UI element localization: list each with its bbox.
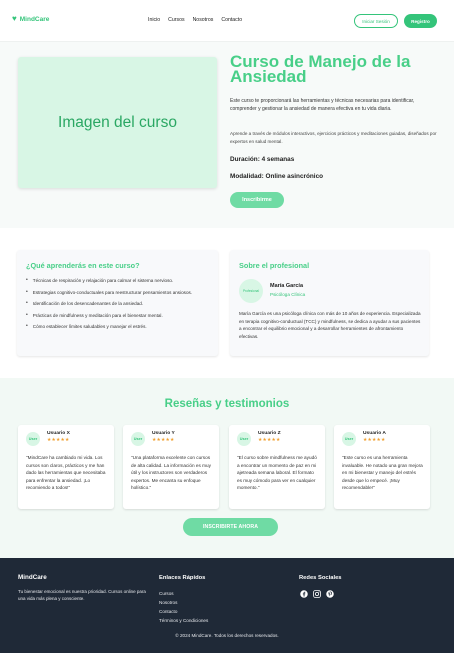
footer-copyright: © 2024 MindCare. Todos los derechos rese… — [175, 633, 279, 638]
star-rating-icon: ★★★★★ — [152, 438, 175, 443]
brand-name: MindCare — [19, 15, 50, 23]
list-item: • Identificación de los desencadenantes d… — [26, 300, 212, 307]
review-user: Usuario Y — [152, 431, 175, 436]
review-user: Usuario A — [363, 431, 386, 436]
footer-links: Cursos Nosotros Contacto Términos y Cond… — [159, 589, 208, 625]
list-item: • Cómo establecer límites saludables y ma… — [26, 323, 212, 330]
course-duration: Duración: 4 semanas — [230, 156, 295, 163]
list-item-text: Identificación de los desencadenantes de… — [32, 301, 144, 306]
testimonials-title: Reseñas y testimonios — [164, 398, 290, 410]
course-details: ¿Qué aprenderás en este curso? • Técnicas… — [0, 240, 454, 370]
review-card: User Usuario X ★★★★★ "MindCare ha cambia… — [18, 425, 114, 509]
review-user: Usuario Z — [258, 431, 281, 436]
footer-link-terminos[interactable]: Términos y Condiciones — [159, 616, 208, 625]
login-button[interactable]: Iniciar Sesión — [354, 14, 398, 28]
review-text: "Este curso es una herramienta invaluabl… — [342, 455, 423, 491]
nav-item-contacto[interactable]: Contacto — [221, 17, 242, 23]
bullet-icon: • — [26, 311, 28, 318]
avatar: User — [131, 432, 145, 446]
bullet-icon: • — [26, 323, 28, 329]
review-text: "El curso sobre mindfulness me ayudó a e… — [237, 455, 317, 491]
course-title: Curso de Manejo de la Ansiedad — [230, 52, 411, 86]
nav-item-inicio[interactable]: Inicio — [148, 17, 160, 23]
professional-bio: María García es una psicóloga clínica co… — [239, 311, 421, 340]
course-image-placeholder: Imagen del curso — [18, 57, 217, 188]
site-footer: MindCare Tu bienestar emocional es nuest… — [0, 558, 454, 653]
instagram-icon[interactable] — [312, 589, 321, 598]
footer-links-title: Enlaces Rápidos — [159, 575, 206, 581]
footer-link-contacto[interactable]: Contacto — [159, 607, 208, 616]
list-item: • Prácticas de mindfulness y meditación p… — [26, 312, 212, 319]
bullet-icon: • — [26, 288, 28, 295]
enroll-now-button[interactable]: INSCRIBIRTE AHORA — [183, 518, 278, 536]
professional-card: Sobre el profesional Profesional María G… — [230, 250, 429, 356]
professional-role: Psicóloga Clínica — [270, 292, 306, 297]
footer-link-nosotros[interactable]: Nosotros — [159, 598, 208, 607]
pinterest-icon[interactable] — [325, 589, 334, 598]
review-card: User Usuario Z ★★★★★ "El curso sobre min… — [229, 425, 325, 509]
star-rating-icon: ★★★★★ — [363, 438, 386, 443]
avatar: User — [237, 432, 251, 446]
professional-title: Sobre el profesional — [239, 261, 310, 270]
heart-icon: ♥ — [12, 14, 17, 23]
course-hero: Imagen del curso Curso de Manejo de la A… — [0, 42, 454, 228]
course-description: Este curso te proporcionará las herramie… — [230, 98, 415, 112]
learn-title: ¿Qué aprenderás en este curso? — [26, 261, 140, 270]
star-rating-icon: ★★★★★ — [47, 438, 70, 443]
course-description-secondary: Aprende a través de módulos interactivos… — [230, 131, 437, 144]
footer-social-title: Redes Sociales — [299, 575, 342, 581]
nav-item-cursos[interactable]: Cursos — [168, 17, 184, 23]
avatar: User — [342, 432, 356, 446]
main-nav: Inicio Cursos Nosotros Contacto — [148, 17, 242, 23]
review-text: "MindCare ha cambiado mi vida. Los curso… — [26, 455, 106, 491]
bullet-icon: • — [26, 277, 28, 283]
brand-logo[interactable]: ♥ MindCare — [12, 15, 49, 23]
course-modality: Modalidad: Online asincrónico — [230, 173, 324, 180]
list-item-text: Prácticas de mindfulness y meditación pa… — [32, 312, 163, 318]
list-item: • Técnicas de respiración y relajación pa… — [26, 277, 212, 284]
learn-list: • Técnicas de respiración y relajación pa… — [26, 277, 212, 335]
testimonials-section: Reseñas y testimonios User Usuario X ★★★… — [0, 378, 454, 558]
facebook-icon[interactable] — [299, 589, 308, 598]
review-card: User Usuario A ★★★★★ "Este curso es una … — [334, 425, 430, 509]
list-item: • Estrategias cognitivo-conductuales para… — [26, 289, 212, 296]
site-header: ♥ MindCare Inicio Cursos Nosotros Contac… — [0, 0, 454, 42]
bullet-icon: • — [26, 300, 28, 306]
nav-item-nosotros[interactable]: Nosotros — [193, 17, 214, 23]
course-image-label: Imagen del curso — [58, 113, 177, 131]
footer-link-cursos[interactable]: Cursos — [159, 589, 208, 598]
list-item-text: Técnicas de respiración y relajación par… — [32, 278, 174, 283]
avatar: User — [26, 432, 40, 446]
social-icons — [299, 589, 334, 598]
star-rating-icon: ★★★★★ — [258, 438, 281, 443]
professional-name: María García — [270, 283, 304, 289]
footer-brand: MindCare — [18, 574, 47, 581]
professional-avatar: Profesional — [239, 279, 263, 303]
review-text: "Una plataforma excelente con cursos de … — [131, 455, 211, 491]
review-card: User Usuario Y ★★★★★ "Una plataforma exc… — [123, 425, 219, 509]
learn-card: ¿Qué aprenderás en este curso? • Técnicas… — [17, 250, 218, 356]
footer-tagline: Tu bienestar emocional es nuestra priori… — [18, 589, 146, 601]
review-user: Usuario X — [47, 431, 70, 436]
enroll-button[interactable]: Inscribirme — [230, 192, 284, 208]
register-button[interactable]: Registro — [404, 14, 437, 28]
list-item-text: Estrategias cognitivo-conductuales para … — [32, 289, 193, 295]
list-item-text: Cómo establecer límites saludables y man… — [32, 324, 147, 329]
